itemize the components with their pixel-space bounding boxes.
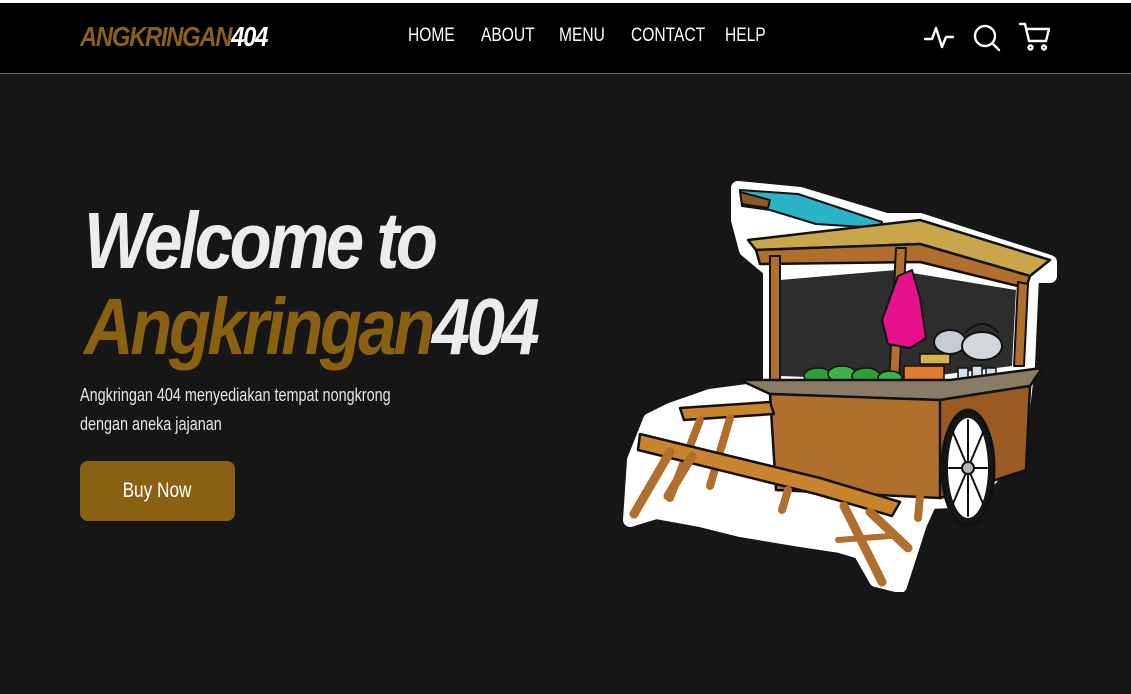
hero-title-brand-line: Angkringan404 [84,282,540,371]
hero-title: Welcome to Angkringan404 [84,196,540,371]
hero-title-number: 404 [431,282,540,371]
nav-link-about[interactable]: ABOUT [481,25,535,47]
hero-description-line2: dengan aneka jajanan [80,414,222,434]
hero-title-brand: Angkringan [84,282,435,371]
navbar: ANGKRINGAN404 HOME ABOUT MENU CONTACT HE… [0,3,1131,74]
angkringan-cart-illustration [620,180,1060,593]
logo-brand: ANGKRINGAN [80,21,232,52]
search-icon[interactable] [970,20,1004,54]
buy-now-label: Buy Now [123,479,192,502]
nav-link-home[interactable]: HOME [408,25,455,47]
hero-description: Angkringan 404 menyediakan tempat nongkr… [80,381,400,439]
activity-icon[interactable] [922,20,956,54]
hero-description-line1: Angkringan 404 menyediakan tempat nongkr… [80,385,391,405]
hero-title-welcome: Welcome to [84,196,438,285]
logo-number: 404 [231,21,268,52]
nav-link-contact[interactable]: CONTACT [631,25,705,47]
nav-link-menu[interactable]: MENU [559,25,605,47]
logo[interactable]: ANGKRINGAN404 [80,21,268,53]
nav-icons [922,20,1052,56]
shopping-cart-icon[interactable] [1018,20,1052,54]
buy-now-button[interactable]: Buy Now [80,461,235,521]
nav-link-help[interactable]: HELP [725,25,766,47]
